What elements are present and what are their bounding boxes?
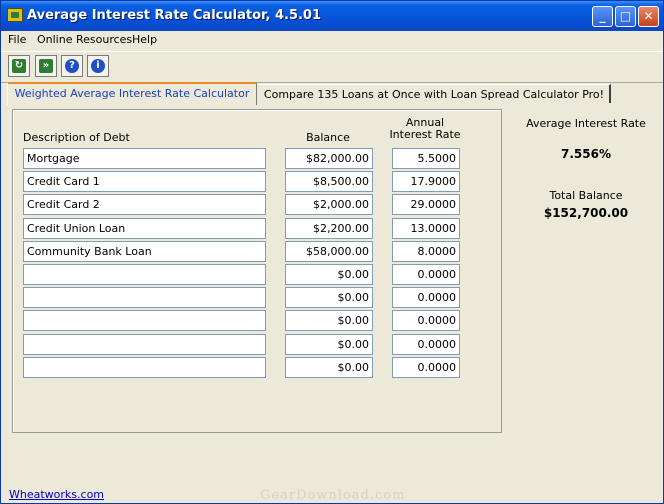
debt-rate-input[interactable]: 13.0000 — [392, 217, 460, 239]
debt-rate-input[interactable]: 0.0000 — [392, 264, 460, 285]
export-icon: » — [39, 59, 53, 73]
debt-description-input[interactable] — [23, 264, 266, 285]
refresh-button[interactable]: ↻ — [8, 55, 30, 77]
debt-balance-input[interactable]: $0.00 — [285, 287, 373, 309]
minimize-icon: _ — [599, 9, 606, 23]
tab-loan-spread-promo[interactable]: Compare 135 Loans at Once with Loan Spre… — [259, 84, 611, 103]
debt-description-input[interactable]: Credit Card 1 — [23, 171, 266, 193]
maximize-button[interactable]: □ — [615, 6, 636, 27]
close-icon: ✕ — [643, 9, 654, 23]
menu-bar: File Online Resources Help — [1, 31, 663, 49]
close-button[interactable]: ✕ — [638, 6, 659, 27]
export-button[interactable]: » — [35, 55, 57, 77]
menu-online-resources[interactable]: Online Resources — [37, 33, 132, 46]
debt-rate-input[interactable]: 0.0000 — [392, 356, 460, 378]
wheatworks-link[interactable]: Wheatworks.com — [9, 488, 104, 501]
menu-file[interactable]: File — [8, 33, 26, 46]
menu-help[interactable]: Help — [132, 33, 157, 46]
debt-description-input[interactable]: Community Bank Loan — [23, 240, 266, 262]
total-balance-label: Total Balance — [549, 189, 623, 202]
debt-rate-input[interactable]: 8.0000 — [392, 240, 460, 262]
title-bar[interactable]: Average Interest Rate Calculator, 4.5.01… — [1, 1, 663, 31]
debt-balance-input[interactable]: $8,500.00 — [285, 171, 373, 193]
info-button[interactable]: i — [87, 55, 109, 77]
debt-description-input[interactable]: Credit Card 2 — [23, 194, 266, 216]
debt-balance-input[interactable]: $0.00 — [285, 333, 373, 355]
average-rate-label: Average Interest Rate — [526, 117, 646, 130]
refresh-icon: ↻ — [12, 59, 26, 73]
debt-balance-input[interactable]: $0.00 — [285, 264, 373, 285]
debt-rate-input[interactable]: 29.0000 — [392, 194, 460, 216]
minimize-button[interactable]: _ — [592, 6, 613, 27]
debt-balance-input[interactable]: $0.00 — [285, 310, 373, 332]
header-balance: Balance — [306, 131, 350, 144]
help-icon: ? — [65, 59, 79, 73]
debt-rate-input[interactable]: 0.0000 — [392, 310, 460, 332]
debt-balance-input[interactable]: $82,000.00 — [285, 148, 373, 169]
debt-rate-input[interactable]: 0.0000 — [392, 287, 460, 309]
average-rate-value: 7.556% — [561, 147, 611, 161]
info-icon: i — [91, 59, 105, 73]
debt-description-input[interactable] — [23, 333, 266, 355]
debt-description-input[interactable] — [23, 287, 266, 309]
debt-balance-input[interactable]: $58,000.00 — [285, 240, 373, 262]
debt-balance-input[interactable]: $2,200.00 — [285, 217, 373, 239]
debt-description-input[interactable]: Credit Union Loan — [23, 217, 266, 239]
app-window: Average Interest Rate Calculator, 4.5.01… — [0, 0, 664, 504]
debt-description-input[interactable] — [23, 310, 266, 332]
tab-weighted-average[interactable]: Weighted Average Interest Rate Calculato… — [7, 82, 257, 105]
header-interest-rate: Annual Interest Rate — [389, 116, 461, 141]
header-description: Description of Debt — [23, 131, 130, 144]
tab-strip: Weighted Average Interest Rate Calculato… — [1, 82, 663, 105]
debt-description-input[interactable] — [23, 356, 266, 378]
window-title: Average Interest Rate Calculator, 4.5.01 — [27, 8, 322, 23]
watermark-text: GearDownload.com — [260, 488, 406, 503]
debt-description-input[interactable]: Mortgage — [23, 148, 266, 169]
debt-balance-input[interactable]: $2,000.00 — [285, 194, 373, 216]
toolbar: ↻ » ? i — [1, 51, 663, 83]
maximize-icon: □ — [619, 9, 632, 23]
debt-balance-input[interactable]: $0.00 — [285, 356, 373, 378]
help-button[interactable]: ? — [61, 55, 83, 77]
debt-rate-input[interactable]: 5.5000 — [392, 148, 460, 169]
calculator-app-icon — [7, 8, 23, 22]
debt-rate-input[interactable]: 17.9000 — [392, 171, 460, 193]
total-balance-value: $152,700.00 — [543, 206, 629, 220]
debt-rate-input[interactable]: 0.0000 — [392, 333, 460, 355]
